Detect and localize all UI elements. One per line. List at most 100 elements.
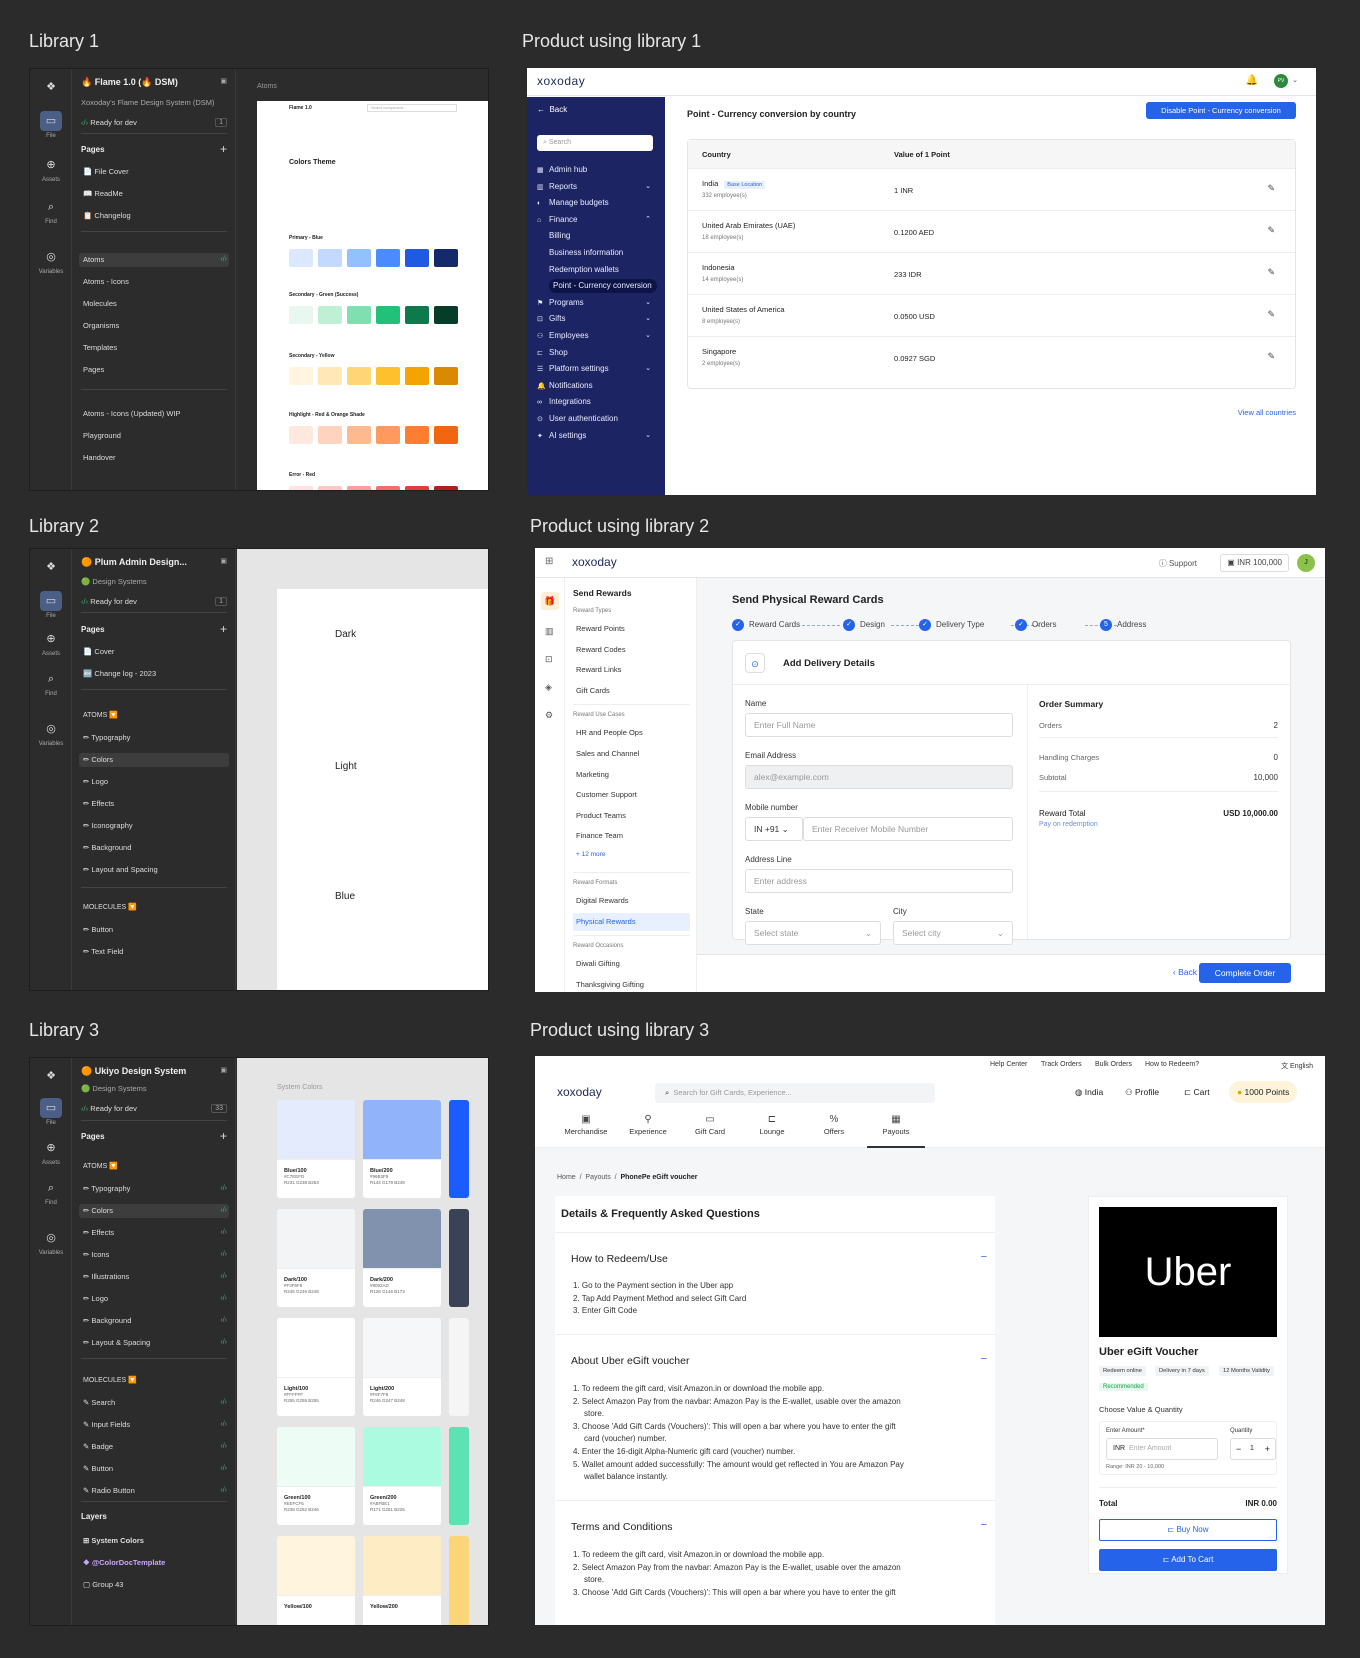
sidebar-item[interactable]: ∞ Integrations <box>537 395 651 409</box>
sidebar-item[interactable]: Business information <box>549 246 651 260</box>
color-card[interactable]: Yellow/100 <box>277 1536 355 1625</box>
profile-link[interactable]: ⚇ Profile <box>1125 1087 1159 1098</box>
utility-link[interactable]: Track Orders <box>1041 1061 1082 1068</box>
color-swatch[interactable] <box>434 367 458 385</box>
color-swatch[interactable] <box>405 486 429 490</box>
sidebar-item[interactable]: ⚑ Programs ⌄ <box>537 296 651 310</box>
canvas[interactable]: System Colors Blue/100 #C7EEFD R231 G238 B… <box>237 1058 488 1625</box>
sidebar-item[interactable]: Reward Links <box>573 661 690 679</box>
page-item[interactable]: ✏ Typography <box>79 1182 229 1196</box>
page-item[interactable]: ✏ Effects <box>79 797 229 811</box>
color-swatch[interactable] <box>434 426 458 444</box>
page-item[interactable]: ✏ Colors <box>79 1204 229 1218</box>
quantity-stepper[interactable]: − 1 + <box>1230 1438 1276 1460</box>
page-item[interactable]: ✎ Button <box>79 1462 229 1476</box>
sidebar-item[interactable]: ⊙ User authentication <box>537 412 651 426</box>
state-select[interactable]: Select state ⌄ <box>745 921 881 945</box>
figma-menu[interactable]: ❖ <box>30 1066 72 1088</box>
panel-toggle-icon[interactable]: ▣ <box>220 1066 227 1074</box>
page-item[interactable]: 🔤 Change log - 2023 <box>79 667 229 681</box>
color-swatch[interactable] <box>347 306 371 324</box>
file-title[interactable]: 🔥 Flame 1.0 (🔥 DSM) <box>81 77 178 88</box>
sidebar-item[interactable]: 🔔 Notifications <box>537 379 651 393</box>
rail-find[interactable]: ⌕ Find <box>30 669 72 697</box>
panel-toggle-icon[interactable]: ▣ <box>220 557 227 565</box>
page-item[interactable]: 📖 ReadMe <box>79 187 229 201</box>
rail-find[interactable]: ⌕ Find <box>30 197 72 225</box>
add-page-icon[interactable]: + <box>220 142 227 156</box>
rail-variables[interactable]: ◎ Variables <box>30 247 72 275</box>
sidebar-item[interactable]: Product Teams <box>573 807 690 825</box>
complete-order-button[interactable]: Complete Order <box>1199 963 1291 983</box>
section-atoms[interactable]: ATOMS 🔽 <box>79 709 229 723</box>
file-title[interactable]: 🟠 Ukiyo Design System <box>81 1066 186 1077</box>
wallet-balance[interactable]: ▣ INR 100,000 <box>1220 554 1289 572</box>
sidebar-item[interactable]: Finance Team <box>573 827 690 845</box>
color-swatch[interactable] <box>347 426 371 444</box>
edit-icon[interactable]: ✎ <box>1267 267 1275 278</box>
color-card[interactable] <box>449 1100 469 1198</box>
page-item[interactable]: ✏ Layout and Spacing <box>79 863 229 877</box>
add-page-icon[interactable]: + <box>220 622 227 636</box>
color-swatch[interactable] <box>405 306 429 324</box>
edit-icon[interactable]: ✎ <box>1267 309 1275 320</box>
page-item[interactable]: ✎ Search <box>79 1396 229 1410</box>
support-link[interactable]: ⓘ Support <box>1159 558 1197 569</box>
panel-toggle-icon[interactable]: ▣ <box>220 77 227 85</box>
canvas[interactable]: Atoms Flame 1.0 Select component... Colo… <box>237 69 488 490</box>
collapse-icon[interactable]: − <box>981 1519 987 1531</box>
about-heading[interactable]: About Uber eGift voucher <box>571 1355 689 1367</box>
sidebar-item[interactable]: Gift Cards <box>573 682 690 700</box>
page-item[interactable]: ✏ Button <box>79 923 229 937</box>
city-select[interactable]: Select city ⌄ <box>893 921 1013 945</box>
color-swatch[interactable] <box>347 249 371 267</box>
ready-for-dev[interactable]: ‹/› Ready for dev <box>81 1104 137 1113</box>
ready-for-dev[interactable]: ‹/› Ready for dev <box>81 118 137 127</box>
color-card[interactable] <box>449 1536 469 1625</box>
gear-icon[interactable]: ⚙ <box>545 710 553 721</box>
category-tab[interactable]: ⚲ Experience <box>619 1110 677 1148</box>
bell-icon[interactable]: 🔔 <box>1246 75 1258 86</box>
page-item[interactable]: ✏ Layout & Spacing <box>79 1336 229 1350</box>
category-tab[interactable]: ▭ Gift Card <box>681 1110 739 1148</box>
figma-menu[interactable]: ❖ <box>30 557 72 579</box>
minus-icon[interactable]: − <box>1236 1439 1241 1459</box>
sidebar-search[interactable]: ⌕ Search <box>537 135 653 151</box>
page-item[interactable]: ✏ Background <box>79 1314 229 1328</box>
disable-conversion-button[interactable]: Disable Point - Currency conversion <box>1146 102 1296 119</box>
section-molecules[interactable]: MOLECULES 🔽 <box>79 1374 229 1388</box>
category-tab[interactable]: % Offers <box>805 1110 863 1148</box>
breadcrumb-home[interactable]: Home <box>557 1174 576 1181</box>
color-swatch[interactable] <box>376 306 400 324</box>
ready-for-dev[interactable]: ‹/› Ready for dev <box>81 597 137 606</box>
color-swatch[interactable] <box>347 486 371 490</box>
page-item[interactable]: Atoms - Icons (Updated) WIP <box>79 407 229 421</box>
search-input[interactable]: ⌕ Search for Gift Cards, Experience... <box>655 1083 935 1103</box>
sidebar-item[interactable]: Sales and Channel <box>573 745 690 763</box>
page-item[interactable]: ✏ Background <box>79 841 229 855</box>
page-item[interactable]: Pages <box>79 363 229 377</box>
gift-icon[interactable]: 🎁 <box>541 592 559 610</box>
page-item[interactable]: ✏ Typography <box>79 731 229 745</box>
rail-file[interactable]: ▭ File <box>30 1098 72 1126</box>
page-item[interactable]: Molecules <box>79 297 229 311</box>
color-swatch[interactable] <box>376 426 400 444</box>
page-item[interactable]: ✏ Illustrations <box>79 1270 229 1284</box>
color-card[interactable]: Dark/200 #8092AD R128 G146 B173 <box>363 1209 441 1307</box>
mobile-input[interactable]: Enter Receiver Mobile Number <box>803 817 1013 841</box>
color-swatch[interactable] <box>434 249 458 267</box>
color-card[interactable]: Blue/100 #C7EEFD R231 G238 B253 <box>277 1100 355 1198</box>
collapse-icon[interactable]: − <box>981 1353 987 1365</box>
page-item-atoms[interactable]: Atoms <box>79 253 229 267</box>
color-card[interactable] <box>449 1427 469 1525</box>
category-tab[interactable]: ⊏ Lounge <box>743 1110 801 1148</box>
more-link[interactable]: + 12 more <box>576 851 605 858</box>
canvas[interactable]: Dark Light Blue <box>237 549 488 990</box>
cart-link[interactable]: ⊏ Cart <box>1184 1087 1210 1098</box>
color-card[interactable]: Green/100 #EEFCF6 R238 G252 B246 <box>277 1427 355 1525</box>
rail-file[interactable]: ▭ File <box>30 591 72 619</box>
color-swatch[interactable] <box>289 486 313 490</box>
logo[interactable]: xoxoday <box>537 74 585 88</box>
sidebar-item[interactable]: ⌂ Finance ⌃ <box>537 213 651 227</box>
page-item[interactable]: Templates <box>79 341 229 355</box>
